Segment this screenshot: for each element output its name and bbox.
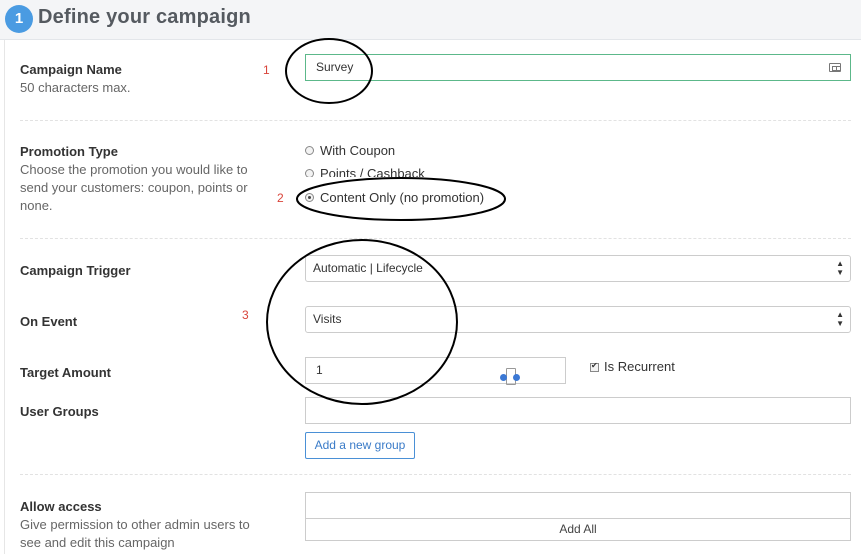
target-amount-value: 1	[316, 363, 323, 377]
promotion-type-desc-line-2: send your customers: coupon, points or	[20, 180, 248, 195]
on-event-value: Visits	[313, 312, 342, 326]
promotion-type-label: Promotion Type	[20, 144, 118, 159]
campaign-name-hint: 50 characters max.	[20, 80, 131, 95]
radio-label: With Coupon	[320, 143, 396, 158]
target-amount-label: Target Amount	[20, 365, 111, 380]
radio-points-cashback[interactable]: Points / Cashback	[305, 165, 425, 177]
annotation-marker-2: 2	[277, 191, 284, 205]
campaign-trigger-select[interactable]: Automatic | Lifecycle ▲ ▼	[305, 255, 851, 282]
page-title: Define your campaign	[38, 6, 251, 28]
add-all-button[interactable]: Add All	[305, 518, 851, 541]
allow-access-input[interactable]	[305, 492, 851, 519]
on-event-select[interactable]: Visits ▲ ▼	[305, 306, 851, 333]
campaign-trigger-label: Campaign Trigger	[20, 263, 131, 278]
id-card-icon[interactable]	[829, 63, 841, 72]
drag-handle-dot-left[interactable]	[500, 374, 507, 381]
radio-content-only[interactable]: Content Only (no promotion)	[305, 189, 484, 207]
radio-button[interactable]	[305, 146, 314, 156]
radio-button-checked[interactable]	[305, 193, 314, 203]
on-event-label: On Event	[20, 314, 78, 329]
section-header: 1 Define your campaign	[0, 0, 861, 40]
promotion-type-desc-line-3: none.	[20, 198, 53, 213]
campaign-name-label: Campaign Name	[20, 62, 122, 77]
annotation-marker-3: 3	[242, 308, 249, 322]
add-new-group-button[interactable]: Add a new group	[305, 432, 415, 459]
radio-button[interactable]	[305, 169, 314, 177]
radio-label: Content Only (no promotion)	[320, 190, 485, 205]
select-arrows-icon: ▲ ▼	[836, 259, 844, 277]
is-recurrent-checkbox[interactable]	[590, 361, 599, 372]
step-number-badge: 1	[5, 5, 33, 33]
section-divider	[20, 120, 851, 121]
user-groups-label: User Groups	[20, 404, 99, 419]
allow-access-desc-line-1: Give permission to other admin users to	[20, 517, 250, 532]
user-groups-input[interactable]	[305, 397, 851, 424]
campaign-trigger-value: Automatic | Lifecycle	[313, 261, 423, 275]
allow-access-label: Allow access	[20, 499, 102, 514]
drag-handle-dot-right[interactable]	[513, 374, 520, 381]
section-divider	[20, 238, 851, 239]
campaign-name-value: Survey	[316, 60, 354, 74]
section-divider	[20, 474, 851, 475]
target-amount-input[interactable]: 1	[305, 357, 566, 384]
campaign-form-panel	[4, 40, 861, 554]
radio-with-coupon[interactable]: With Coupon	[305, 142, 395, 160]
radio-label: Points / Cashback	[320, 166, 425, 177]
select-arrows-icon: ▲ ▼	[836, 310, 844, 328]
promotion-type-desc-line-1: Choose the promotion you would like to	[20, 162, 248, 177]
allow-access-desc-line-2: see and edit this campaign	[20, 535, 175, 550]
annotation-marker-1: 1	[263, 63, 270, 77]
campaign-name-input[interactable]: Survey	[305, 54, 851, 81]
is-recurrent-label: Is Recurrent	[604, 359, 675, 374]
